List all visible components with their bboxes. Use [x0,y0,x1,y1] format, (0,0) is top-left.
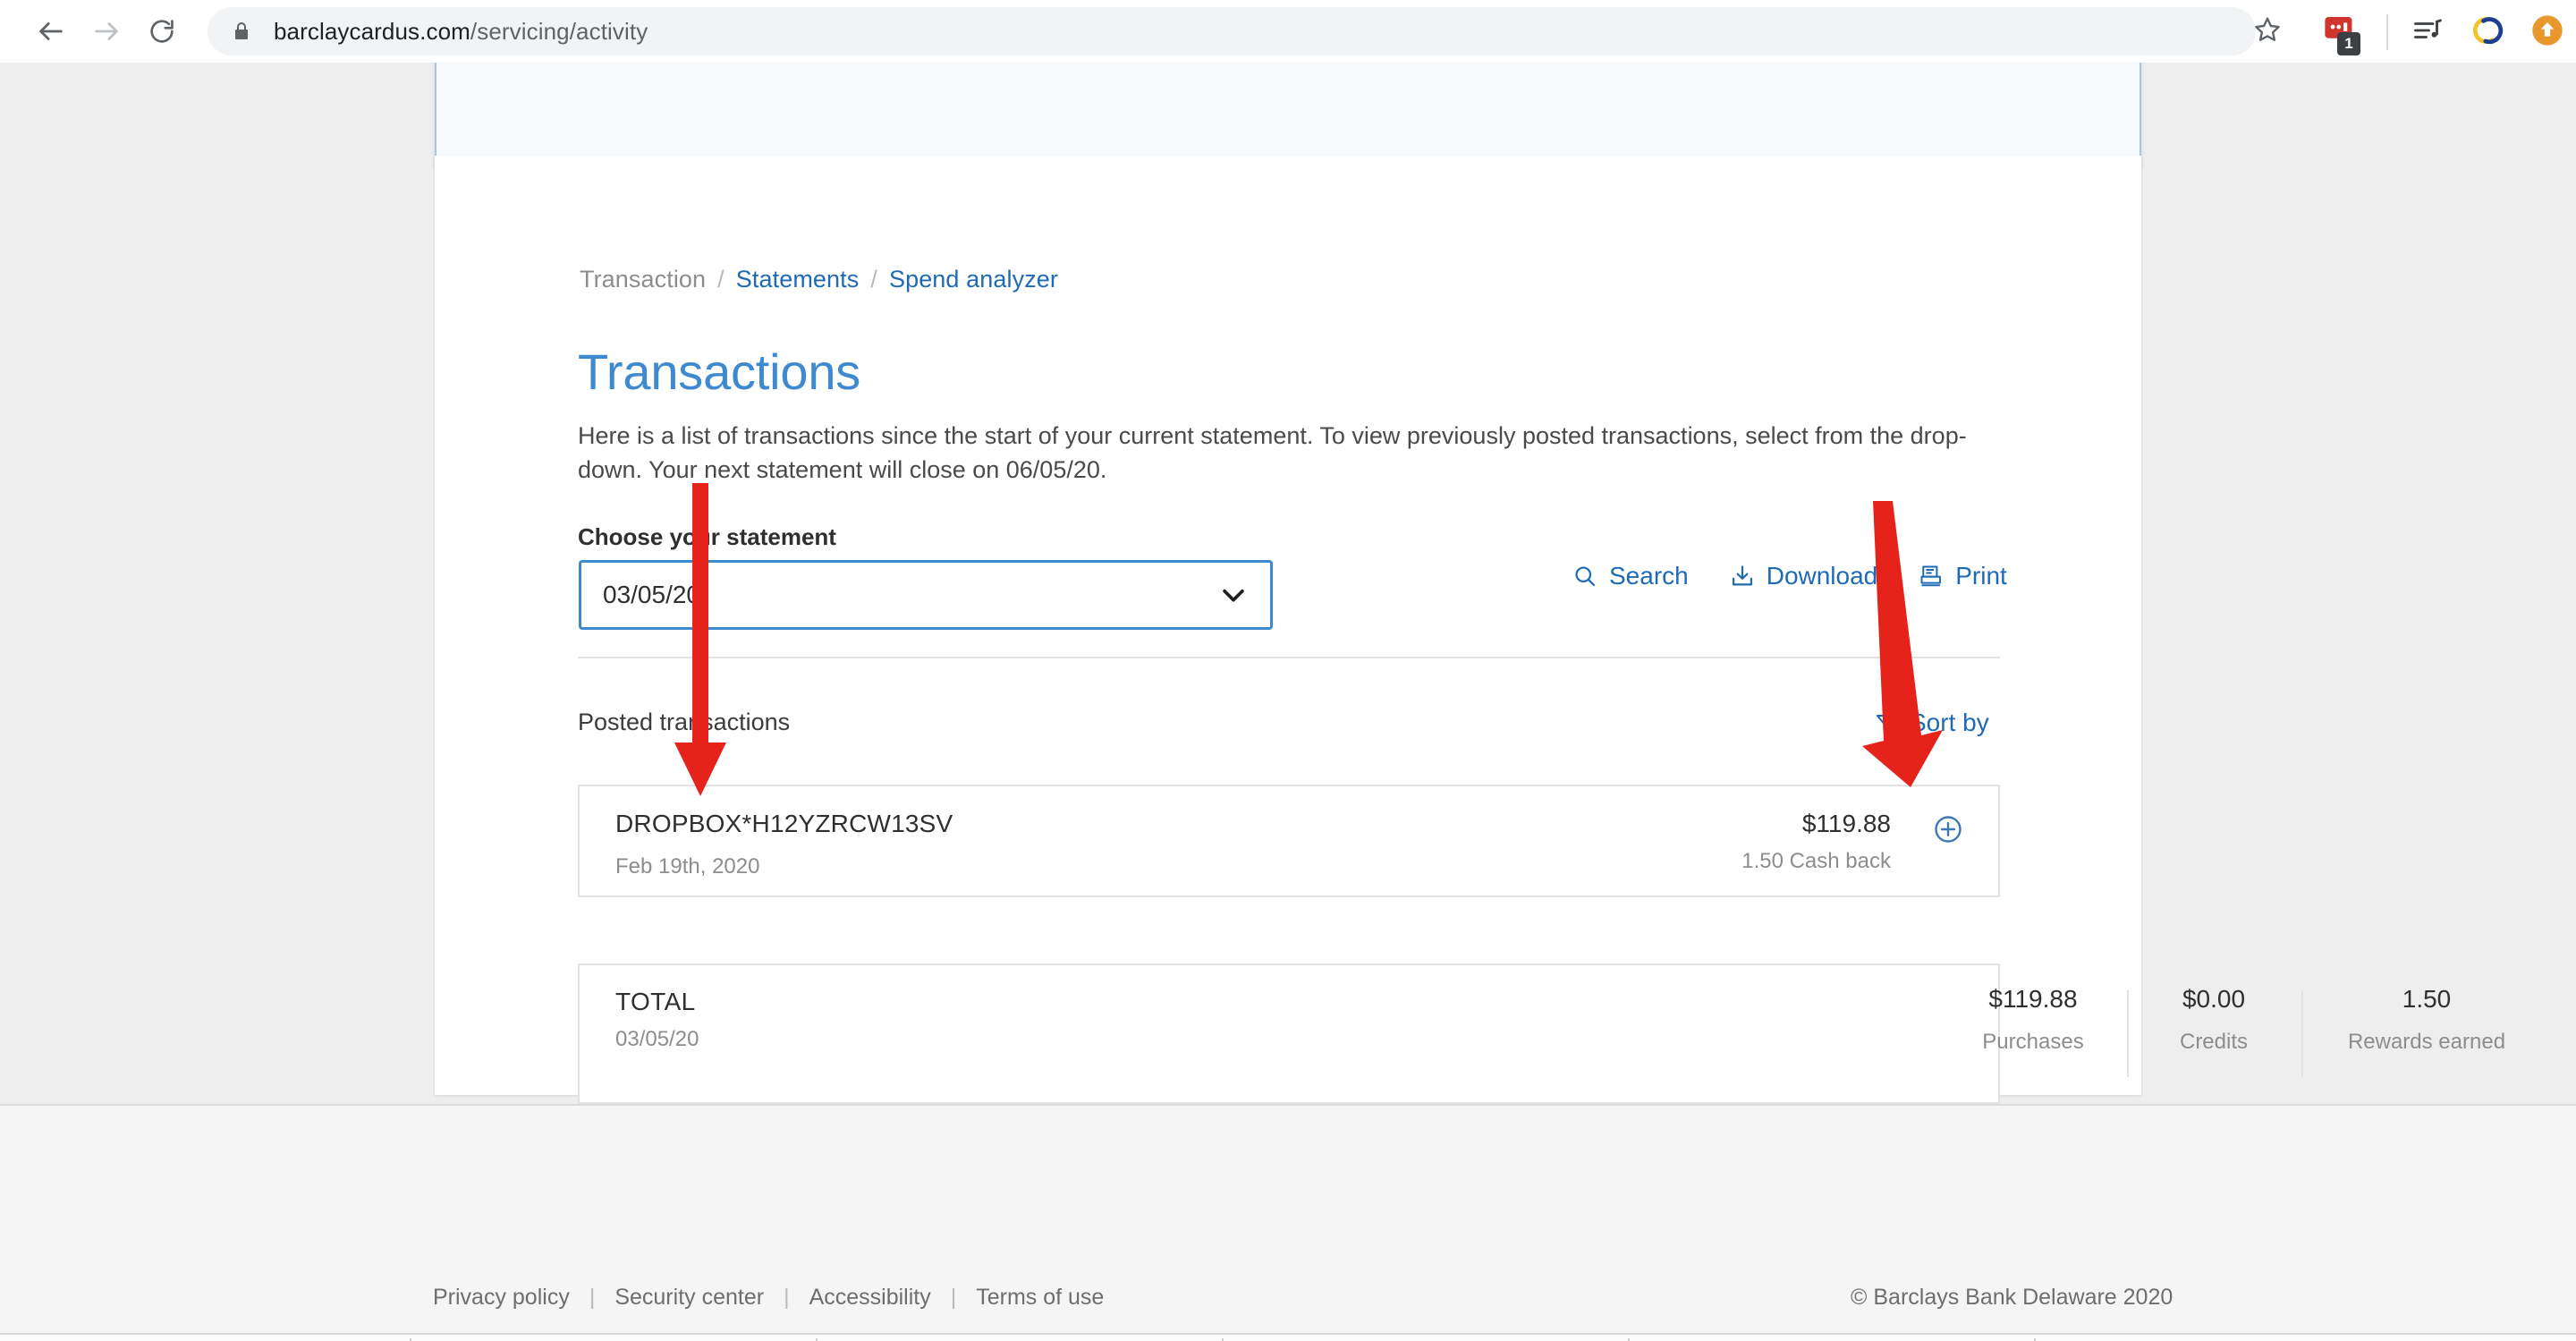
extension-playlist-button[interactable] [2406,11,2449,54]
totals-column-credits: $0.00 Credits [2147,985,2281,1055]
breadcrumb-separator: / [870,266,877,293]
back-button[interactable] [23,4,79,59]
browser-toolbar: barclaycardus.com/servicing/activity 1 [0,0,2576,63]
totals-label: TOTAL [615,988,696,1015]
chevron-down-icon [1218,580,1249,610]
totals-divider [2127,990,2129,1077]
extension-grammar-button[interactable] [2467,11,2510,54]
statement-select-value: 03/05/20 [603,581,700,608]
breadcrumb-separator: / [717,266,724,293]
transaction-list: DROPBOX*H12YZRCW13SV Feb 19th, 2020 $119… [578,785,2000,897]
transaction-merchant: DROPBOX*H12YZRCW13SV [615,810,953,837]
search-icon [1572,564,1597,589]
bottom-strip [0,1333,2576,1341]
totals-date: 03/05/20 [615,1027,699,1051]
print-icon [1919,564,1944,589]
reload-button[interactable] [134,4,190,59]
footer-separator: | [784,1285,790,1310]
profile-upload-icon [2529,13,2565,53]
totals-rewards-label: Rewards earned [2347,1030,2506,1054]
section-divider [578,657,2000,658]
address-bar[interactable]: barclaycardus.com/servicing/activity [208,7,2256,55]
sort-by-button[interactable]: Sort by [1874,709,1989,737]
footer-copyright: © Barclays Bank Delaware 2020 [1851,1285,2174,1310]
url-text: barclaycardus.com/servicing/activity [274,18,648,46]
totals-column-rewards: 1.50 Rewards earned [2324,985,2529,1055]
footer-link-privacy-policy[interactable]: Privacy policy [433,1285,570,1311]
download-label: Download [1766,562,1878,590]
profile-button[interactable] [2526,11,2569,54]
back-arrow-icon [36,16,66,47]
sort-by-label: Sort by [1910,709,1989,736]
download-button[interactable]: Download [1730,562,1878,590]
toolbar-divider [2386,14,2388,50]
breadcrumb: Transaction / Statements / Spend analyze… [580,266,1058,293]
posted-transactions-label: Posted transactions [578,709,791,735]
footer-separator: | [950,1285,957,1310]
bookmark-button[interactable] [2243,7,2292,55]
reload-icon [148,17,176,46]
url-host: barclaycardus.com [274,17,470,45]
print-label: Print [1955,562,2007,590]
playlist-music-icon [2411,14,2444,51]
bookmark-star-icon [2253,15,2282,48]
transaction-amount: $119.88 [1801,810,1891,837]
page-footer: Privacy policy | Security center | Acces… [0,1104,2576,1341]
url-path: /servicing/activity [470,17,648,45]
breadcrumb-item-spend-analyzer[interactable]: Spend analyzer [889,266,1058,293]
print-button[interactable]: Print [1919,562,2007,590]
partial-top-card [435,63,2141,168]
totals-row: TOTAL 03/05/20 $119.88 Purchases $0.00 C… [578,963,2505,1104]
lock-icon [231,21,252,42]
totals-divider [2301,990,2303,1077]
transaction-cash-back: 1.50 Cash back [1741,849,1891,873]
search-button[interactable]: Search [1572,562,1689,590]
totals-purchases-label: Purchases [1982,1030,2084,1054]
statement-selector-label: Choose your statement [578,523,836,550]
transaction-expand-button[interactable] [1930,813,1966,849]
table-row[interactable]: DROPBOX*H12YZRCW13SV Feb 19th, 2020 $119… [580,786,1998,895]
extension-badge-count: 1 [2337,31,2360,55]
page-viewport: Transaction / Statements / Spend analyze… [0,63,2576,1341]
extension-annotation-button[interactable]: 1 [2318,11,2361,55]
statement-select[interactable]: 03/05/20 [579,560,1273,630]
totals-credits-label: Credits [2179,1030,2249,1054]
forward-arrow-icon [91,16,122,47]
footer-link-terms-of-use[interactable]: Terms of use [976,1285,1104,1311]
totals-purchases-value: $119.88 [1988,985,2078,1013]
totals-credits-value: $0.00 [2182,985,2246,1013]
totals-column-purchases: $119.88 Purchases [1957,985,2109,1055]
page-description: Here is a list of transactions since the… [578,422,1967,483]
footer-link-accessibility[interactable]: Accessibility [809,1285,931,1311]
plus-circle-icon [1932,813,1964,850]
download-icon [1730,564,1755,589]
totals-rewards-value: 1.50 [2402,985,2452,1013]
filter-funnel-icon [1874,711,1898,735]
annotation-extension-icon: 1 [2323,13,2360,55]
transaction-actions: Search Download Print [1572,562,2007,590]
search-label: Search [1609,562,1689,590]
footer-separator: | [589,1285,596,1310]
grammar-check-icon [2471,13,2505,52]
page-title: Transactions [578,344,861,400]
footer-links: Privacy policy | Security center | Acces… [433,1285,1104,1311]
breadcrumb-item-transaction: Transaction [580,266,707,293]
breadcrumb-item-statements[interactable]: Statements [736,266,860,293]
forward-button[interactable] [79,4,134,59]
footer-link-security-center[interactable]: Security center [614,1285,764,1311]
